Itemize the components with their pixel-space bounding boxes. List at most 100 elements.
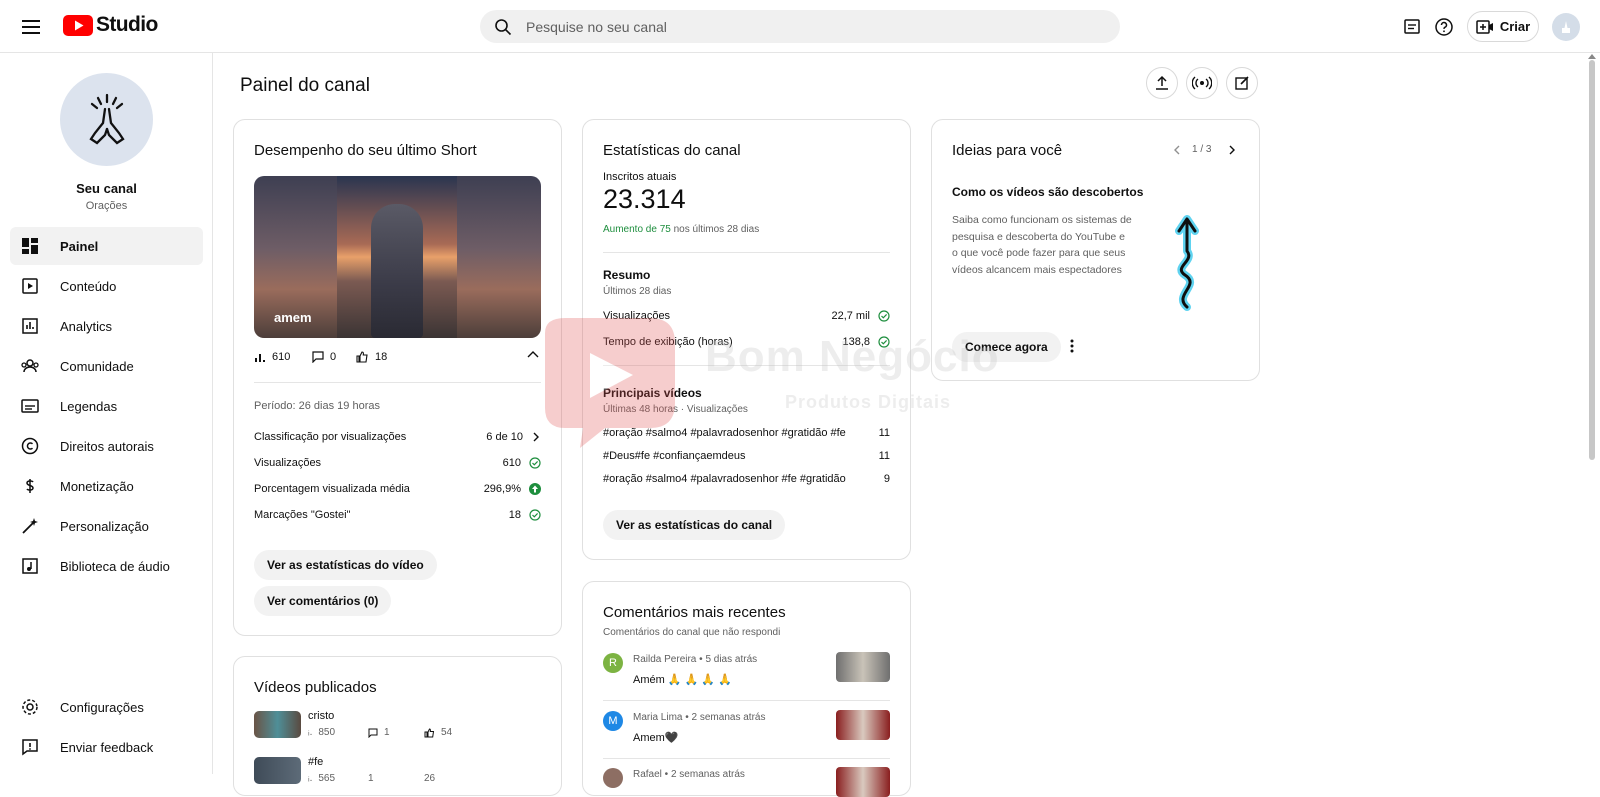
nav-community[interactable]: Comunidade xyxy=(10,347,203,385)
bar-chart-icon xyxy=(255,354,265,362)
comments-count: 0 xyxy=(330,351,337,363)
channel-title: Seu canal xyxy=(76,181,137,196)
comment-text: Amem🖤 xyxy=(633,732,679,744)
nav-subtitles[interactable]: Legendas xyxy=(10,387,203,425)
divider xyxy=(603,758,890,759)
video-thumbnail[interactable] xyxy=(254,711,301,738)
video-comments: 1 xyxy=(368,773,374,784)
monetization-icon xyxy=(20,476,40,496)
card-title: Ideias para você xyxy=(952,142,1063,159)
nav-monetization[interactable]: Monetização xyxy=(10,467,203,505)
video-likes: 26 xyxy=(424,773,436,784)
nav-label: Comunidade xyxy=(60,358,134,374)
help-icon[interactable] xyxy=(1432,15,1456,39)
card-title: Desempenho do seu último Short xyxy=(254,142,477,159)
thumbs-up-icon xyxy=(356,351,368,363)
divider xyxy=(603,252,890,253)
comment-meta: Maria Lima • 2 semanas atrás xyxy=(633,712,766,723)
video-title[interactable]: #fe xyxy=(308,756,323,768)
nav-send-feedback[interactable]: Enviar feedback xyxy=(10,728,203,766)
nav-label: Enviar feedback xyxy=(60,739,154,755)
scrollbar[interactable] xyxy=(1589,60,1595,460)
view-comments-button[interactable]: Ver comentários (0) xyxy=(254,586,392,616)
channel-stats-card: Estatísticas do canal Inscritos atuais 2… xyxy=(582,119,911,560)
more-options-icon[interactable] xyxy=(1070,339,1074,353)
scroll-up-arrow-icon[interactable] xyxy=(1588,54,1596,59)
nav-label: Analytics xyxy=(60,318,113,334)
studio-logo[interactable]: Studio xyxy=(63,13,158,37)
thumbnail-figure xyxy=(371,204,423,338)
video-thumbnail[interactable] xyxy=(254,757,301,784)
divider xyxy=(603,365,890,366)
top-video-row[interactable]: #oração #salmo4 #palavradosenhor #gratid… xyxy=(603,427,890,439)
create-post-button[interactable] xyxy=(1226,67,1258,99)
live-icon xyxy=(1192,76,1212,90)
comment-icon xyxy=(312,351,324,363)
nav-customization[interactable]: Personalização xyxy=(10,507,203,545)
comment-video-thumbnail[interactable] xyxy=(836,652,890,682)
latest-short-card: Desempenho do seu último Short amem 610 … xyxy=(233,119,562,636)
short-views: 610 xyxy=(254,351,290,363)
thumbs-up-icon xyxy=(424,727,435,737)
comment-video-thumbnail[interactable] xyxy=(836,767,890,797)
idea-body: Saiba como funcionam os sistemas de pesq… xyxy=(952,214,1132,276)
published-videos-card: Vídeos publicados cristo ᵢ. 850 1 54 #fe … xyxy=(233,656,562,796)
nav-dashboard[interactable]: Painel xyxy=(10,227,203,265)
nav-label: Legendas xyxy=(60,398,118,414)
video-likes: 54 xyxy=(424,727,452,738)
settings-icon xyxy=(20,697,40,717)
nav-label: Painel xyxy=(60,238,99,254)
feedback-icon[interactable] xyxy=(1400,15,1424,39)
short-thumbnail[interactable]: amem xyxy=(254,176,541,338)
nav-label: Conteúdo xyxy=(60,278,117,294)
view-channel-stats-button[interactable]: Ver as estatísticas do canal xyxy=(603,510,786,540)
search-icon[interactable] xyxy=(494,18,512,36)
upload-icon xyxy=(1156,75,1168,90)
channel-avatar[interactable] xyxy=(60,73,153,166)
page-title: Painel do canal xyxy=(240,75,370,96)
idea-subtitle: Como os vídeos são descobertos xyxy=(952,185,1144,199)
youtube-logo-icon xyxy=(63,14,93,36)
search-input[interactable] xyxy=(526,18,1086,35)
create-video-icon xyxy=(1476,19,1493,34)
create-button[interactable]: Criar xyxy=(1467,11,1539,42)
comment-video-thumbnail[interactable] xyxy=(836,710,890,740)
get-started-button[interactable]: Comece agora xyxy=(952,332,1061,362)
nav-analytics[interactable]: Analytics xyxy=(10,307,203,345)
account-avatar[interactable] xyxy=(1552,13,1580,41)
top-bar: Studio Criar xyxy=(0,0,1600,53)
nav-audio-library[interactable]: Biblioteca de áudio xyxy=(10,547,203,585)
likes-count: 18 xyxy=(375,351,388,363)
recent-comments-card: Comentários mais recentes Comentários do… xyxy=(582,581,911,797)
card-title: Comentários mais recentes xyxy=(603,604,786,621)
nav-settings[interactable]: Configurações xyxy=(10,688,203,726)
nav-content[interactable]: Conteúdo xyxy=(10,267,203,305)
analytics-icon xyxy=(20,316,40,336)
upload-button[interactable] xyxy=(1146,67,1178,99)
nav-copyright[interactable]: Direitos autorais xyxy=(10,427,203,465)
top-videos-period: Últimas 48 horas · Visualizações xyxy=(603,404,748,415)
stat-row-avg-viewed: Porcentagem visualizada média 296,9% xyxy=(254,483,541,495)
summary-period: Últimos 28 dias xyxy=(603,286,672,297)
video-title[interactable]: cristo xyxy=(308,710,334,722)
prev-idea-icon[interactable] xyxy=(1172,144,1182,156)
short-likes: 18 xyxy=(356,351,387,363)
subscribers-label: Inscritos atuais xyxy=(603,171,677,183)
go-live-button[interactable] xyxy=(1186,67,1218,99)
comment-meta: Rafael • 2 semanas atrás xyxy=(633,769,745,780)
card-title: Estatísticas do canal xyxy=(603,142,741,159)
next-idea-icon[interactable] xyxy=(1227,144,1237,156)
menu-icon[interactable] xyxy=(18,14,44,40)
view-video-stats-button[interactable]: Ver as estatísticas do vídeo xyxy=(254,550,437,580)
top-video-row[interactable]: #oração #salmo4 #palavradosenhor #fe #gr… xyxy=(603,473,890,485)
top-video-row[interactable]: #Deus#fe #confiançaemdeus 11 xyxy=(603,450,890,462)
create-label: Criar xyxy=(1499,19,1531,34)
summary-title: Resumo xyxy=(603,268,651,282)
ideas-card: Ideias para você 1 / 3 Como os vídeos sã… xyxy=(931,119,1260,381)
divider xyxy=(603,700,890,701)
chevron-right-icon xyxy=(533,432,539,442)
logo-text: Studio xyxy=(96,13,158,36)
stat-row-ranking[interactable]: Classificação por visualizações 6 de 10 xyxy=(254,431,541,443)
sidebar: Seu canal Orações Painel Conteúdo Analyt… xyxy=(0,53,213,774)
collapse-chevron-icon[interactable] xyxy=(527,350,539,358)
